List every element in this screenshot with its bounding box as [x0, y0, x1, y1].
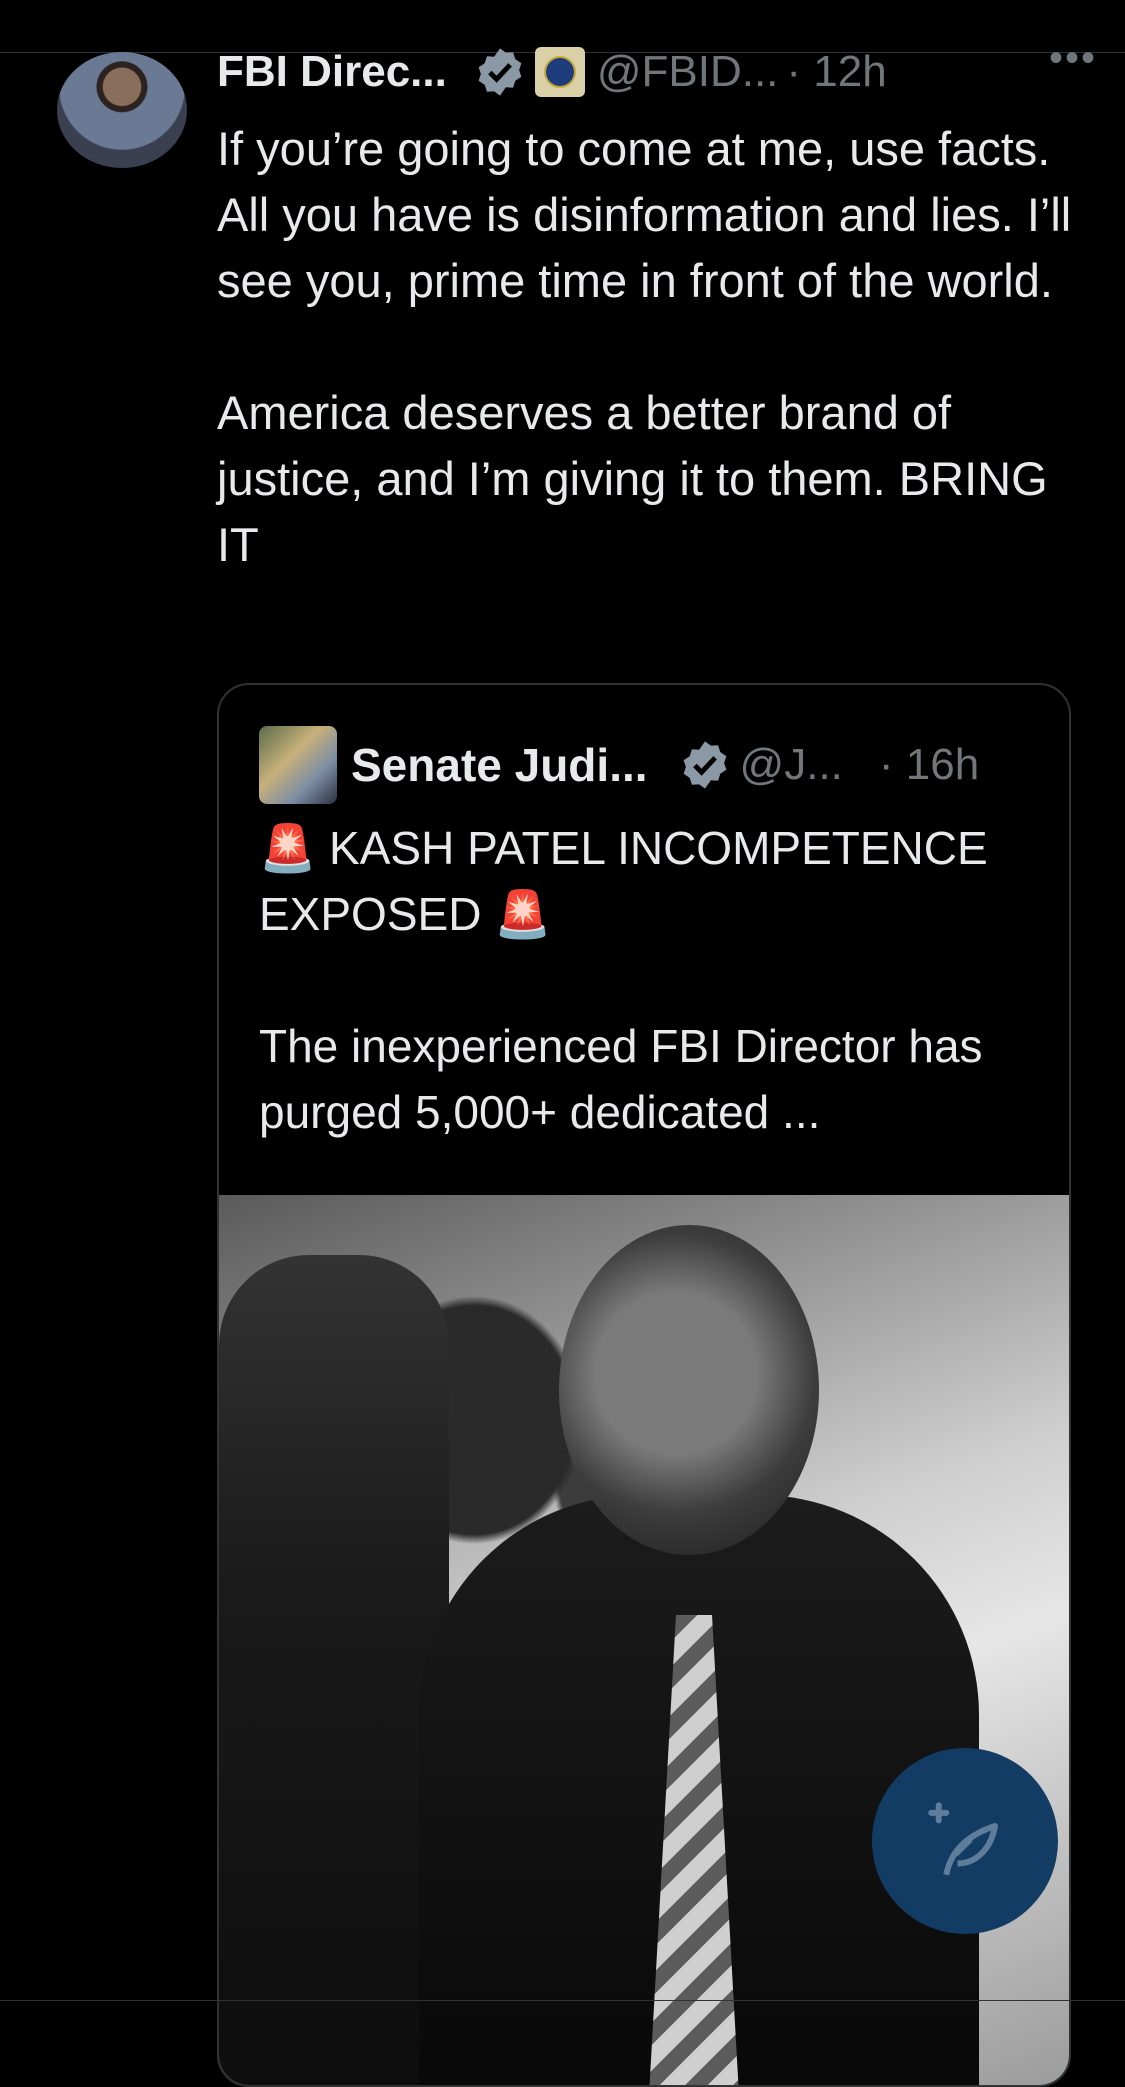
- compose-feather-icon: [928, 1802, 998, 1876]
- quoted-tweet-time: · 16h: [878, 740, 980, 789]
- quoted-author-handle: @J...: [739, 740, 843, 789]
- author-handle[interactable]: @FBID...: [597, 47, 779, 97]
- fbi-seal-icon: [534, 47, 585, 97]
- more-options-button[interactable]: •••: [1049, 36, 1097, 81]
- quoted-tweet-photo[interactable]: [219, 1195, 1069, 2085]
- quoted-author-avatar: [259, 726, 337, 804]
- tweet-header: FBI Direc... @FBID... · 12h: [217, 42, 1097, 102]
- photo-background-figure: [219, 1255, 449, 2085]
- compose-button[interactable]: [872, 1748, 1058, 1934]
- verified-badge-icon: [478, 48, 522, 96]
- photo-subject-head: [559, 1225, 819, 1555]
- author-display-name[interactable]: FBI Direc...: [217, 47, 447, 97]
- bottom-divider: [0, 2000, 1125, 2001]
- quoted-tweet-header: Senate Judi... @J... · 16h: [259, 725, 979, 805]
- quoted-tweet-text: 🚨 KASH PATEL INCOMPETENCE EXPOSED 🚨 The …: [259, 822, 988, 1138]
- tweet-text: If you’re going to come at me, use facts…: [217, 122, 1072, 571]
- author-avatar[interactable]: [57, 52, 187, 168]
- verified-badge-icon: [683, 741, 726, 789]
- quoted-author-display-name: Senate Judi...: [351, 739, 648, 791]
- tweet-time[interactable]: · 12h: [786, 47, 886, 97]
